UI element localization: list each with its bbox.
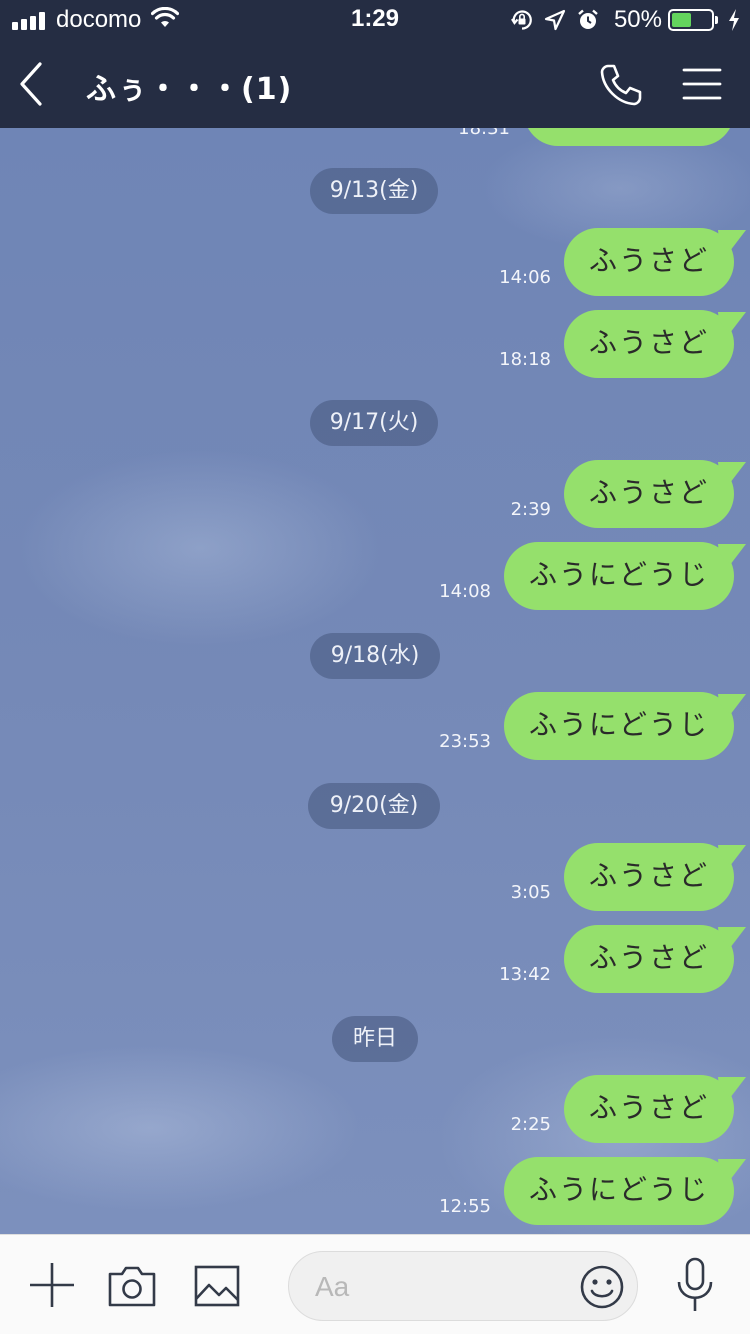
status-bar: docomo 1:29 50% (0, 0, 750, 40)
date-separator: 9/13(金) (310, 168, 438, 214)
date-separator: 9/20(金) (308, 783, 440, 829)
message-time: 18:31 (458, 128, 510, 139)
input-bar (0, 1234, 750, 1334)
message-input-box[interactable] (288, 1251, 638, 1321)
date-separator: 9/17(火) (310, 400, 438, 446)
message-bubble[interactable]: ふうさど (564, 310, 734, 378)
message-time: 23:53 (439, 731, 491, 752)
message-time: 12:55 (439, 1196, 491, 1217)
plus-icon (30, 1263, 74, 1307)
back-button[interactable] (14, 60, 54, 108)
call-button[interactable] (598, 62, 644, 108)
message-time: 2:39 (510, 499, 551, 520)
back-icon (20, 62, 42, 106)
chat-header: ふぅ・・・(1) (0, 40, 750, 128)
message-bubble[interactable]: ふうさど (564, 925, 734, 993)
battery-icon (668, 9, 718, 31)
microphone-button[interactable] (676, 1257, 714, 1317)
image-button[interactable] (194, 1265, 240, 1311)
message-time: 18:18 (499, 349, 551, 370)
message-bubble[interactable]: ふうさど (564, 228, 734, 296)
date-separator: 昨日 (332, 1016, 418, 1062)
location-icon (544, 9, 566, 31)
message-bubble[interactable]: ふうさど (564, 460, 734, 528)
message-time: 13:42 (499, 964, 551, 985)
message-bubble[interactable]: ふうにどうじ (504, 692, 734, 760)
message-time: 14:06 (499, 267, 551, 288)
message-bubble-partial[interactable] (524, 128, 734, 146)
message-time: 3:05 (510, 882, 551, 903)
message-input[interactable] (315, 1268, 555, 1306)
chat-area[interactable]: 18:31 9/13(金) 14:06 ふうさど 18:18 ふうさど 9/17… (0, 128, 750, 1234)
camera-button[interactable] (108, 1265, 156, 1311)
message-time: 2:25 (510, 1114, 551, 1135)
message-time: 14:08 (439, 581, 491, 602)
message-bubble[interactable]: ふうさど (564, 1075, 734, 1143)
battery-percent: 50% (613, 6, 662, 33)
status-right: 50% (500, 6, 740, 34)
message-bubble[interactable]: ふうにどうじ (504, 1157, 734, 1225)
camera-icon (108, 1266, 156, 1307)
emoji-icon (580, 1265, 624, 1309)
phone-icon (600, 64, 642, 106)
image-icon (194, 1265, 240, 1307)
message-bubble[interactable]: ふうにどうじ (504, 542, 734, 610)
message-bubble[interactable]: ふうさど (564, 843, 734, 911)
emoji-button[interactable] (579, 1264, 625, 1310)
date-separator: 9/18(水) (310, 633, 440, 679)
alarm-icon (576, 8, 600, 32)
orientation-lock-icon (510, 8, 534, 32)
charging-icon (728, 9, 740, 31)
microphone-icon (677, 1257, 713, 1311)
menu-icon (682, 68, 722, 100)
menu-button[interactable] (682, 66, 722, 102)
plus-button[interactable] (28, 1261, 76, 1313)
chat-title: ふぅ・・・(1) (86, 72, 293, 107)
